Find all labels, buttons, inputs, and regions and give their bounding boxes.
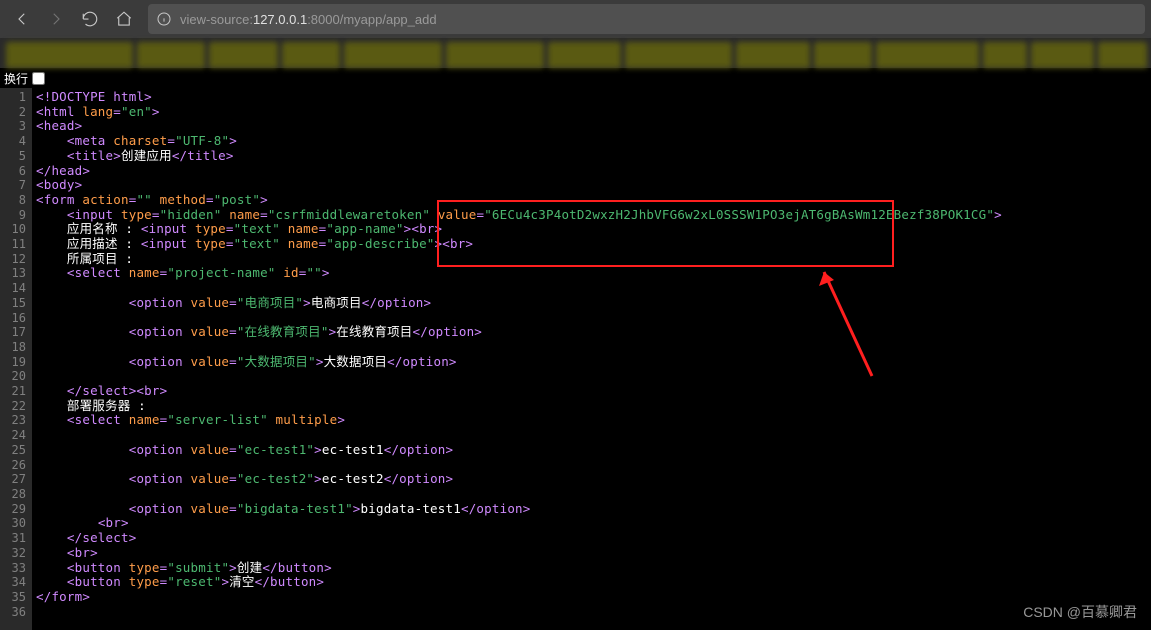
source-content[interactable]: <!DOCTYPE html> <html lang="en"> <head> … — [32, 88, 1151, 630]
browser-toolbar: view-source:127.0.0.1:8000/myapp/app_add — [0, 0, 1151, 38]
url-text: view-source:127.0.0.1:8000/myapp/app_add — [180, 12, 437, 27]
tab-strip — [0, 38, 1151, 68]
wrap-checkbox[interactable] — [32, 72, 45, 85]
forward-button[interactable] — [40, 4, 72, 34]
watermark: CSDN @百慕卿君 — [1023, 602, 1137, 622]
wrap-label: 换行 — [4, 70, 28, 87]
browser-tab[interactable] — [876, 42, 979, 68]
back-button[interactable] — [6, 4, 38, 34]
browser-tab[interactable] — [814, 42, 873, 68]
browser-tab[interactable] — [446, 42, 544, 68]
browser-tab[interactable] — [137, 42, 205, 68]
browser-tab[interactable] — [344, 42, 442, 68]
browser-tab[interactable] — [1098, 42, 1147, 68]
source-viewer: 1234567891011121314151617181920212223242… — [0, 88, 1151, 630]
info-icon — [156, 11, 172, 27]
wrap-row: 换行 — [0, 68, 1151, 88]
browser-tab[interactable] — [209, 42, 277, 68]
home-button[interactable] — [108, 4, 140, 34]
line-gutter: 1234567891011121314151617181920212223242… — [0, 88, 32, 630]
browser-tab[interactable] — [6, 42, 133, 68]
browser-tab[interactable] — [625, 42, 732, 68]
browser-tab[interactable] — [282, 42, 341, 68]
browser-tab[interactable] — [983, 42, 1027, 68]
refresh-button[interactable] — [74, 4, 106, 34]
browser-tab[interactable] — [548, 42, 621, 68]
browser-tab[interactable] — [736, 42, 809, 68]
browser-tab[interactable] — [1031, 42, 1094, 68]
address-bar[interactable]: view-source:127.0.0.1:8000/myapp/app_add — [148, 4, 1145, 34]
